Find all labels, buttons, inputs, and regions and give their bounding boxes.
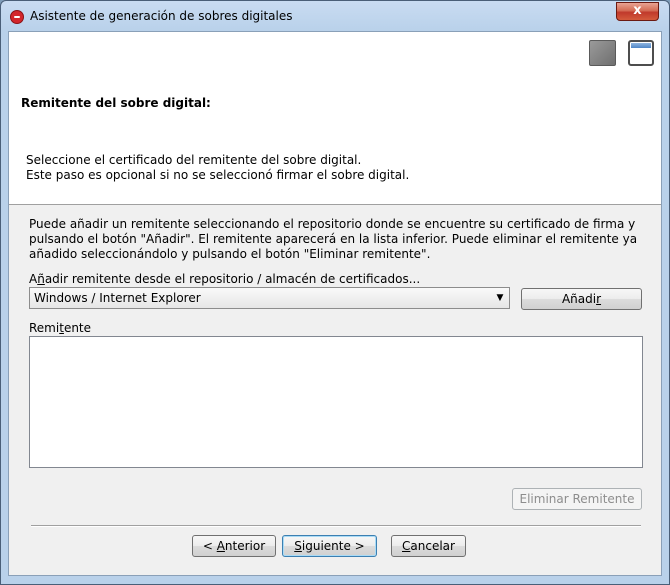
repository-select-value: Windows / Internet Explorer bbox=[34, 291, 201, 305]
remove-sender-button[interactable]: Eliminar Remitente bbox=[512, 488, 642, 510]
previous-label-part: < bbox=[202, 539, 217, 553]
cancel-button[interactable]: Cancelar bbox=[391, 535, 466, 557]
title-bar: Asistente de generación de sobres digita… bbox=[1, 1, 669, 31]
sender-list[interactable] bbox=[29, 336, 643, 468]
previous-button[interactable]: < Anterior bbox=[192, 535, 276, 557]
instructions-text: Puede añadir un remitente seleccionando … bbox=[29, 217, 638, 261]
repository-label-part: adir remitente desde el repositorio / al… bbox=[44, 272, 421, 286]
add-button-label: Añadi bbox=[561, 292, 597, 306]
chevron-down-icon: ▼ bbox=[496, 293, 504, 303]
page-title: Remitente del sobre digital: bbox=[21, 96, 211, 110]
step-indicator-icon bbox=[589, 40, 616, 66]
app-logo-icon bbox=[10, 10, 24, 24]
next-button[interactable]: Siguiente > bbox=[282, 535, 377, 557]
close-button[interactable]: x bbox=[616, 2, 659, 21]
repository-label-mnemonic: ñ bbox=[37, 272, 45, 286]
next-label-mnemonic: S bbox=[294, 539, 302, 553]
footer-divider bbox=[31, 525, 641, 527]
add-button[interactable]: Añadir bbox=[521, 288, 642, 310]
add-button-mnemonic: r bbox=[596, 292, 602, 306]
page-description-line2: Este paso es opcional si no se seleccion… bbox=[26, 168, 410, 182]
wizard-content: Remitente del sobre digital: Seleccione … bbox=[8, 31, 662, 576]
wizard-header: Remitente del sobre digital: Seleccione … bbox=[9, 32, 661, 205]
next-label-part: iguiente > bbox=[301, 539, 365, 553]
repository-label-part: A bbox=[29, 272, 38, 286]
repository-select[interactable]: Windows / Internet Explorer ▼ bbox=[29, 287, 510, 309]
sender-label-part: ente bbox=[63, 321, 92, 335]
sender-label-part: Remi bbox=[29, 321, 60, 335]
window-title: Asistente de generación de sobres digita… bbox=[30, 9, 293, 23]
wizard-window: Asistente de generación de sobres digita… bbox=[0, 0, 670, 585]
previous-label-mnemonic: A bbox=[216, 539, 225, 553]
sender-list-label: Remitente bbox=[29, 321, 91, 335]
previous-label-part: nterior bbox=[224, 539, 266, 553]
repository-label: Añadir remitente desde el repositorio / … bbox=[29, 272, 420, 286]
window-icon bbox=[628, 40, 654, 66]
page-description-line1: Seleccione el certificado del remitente … bbox=[26, 153, 362, 167]
cancel-label-part: ancelar bbox=[410, 539, 455, 553]
